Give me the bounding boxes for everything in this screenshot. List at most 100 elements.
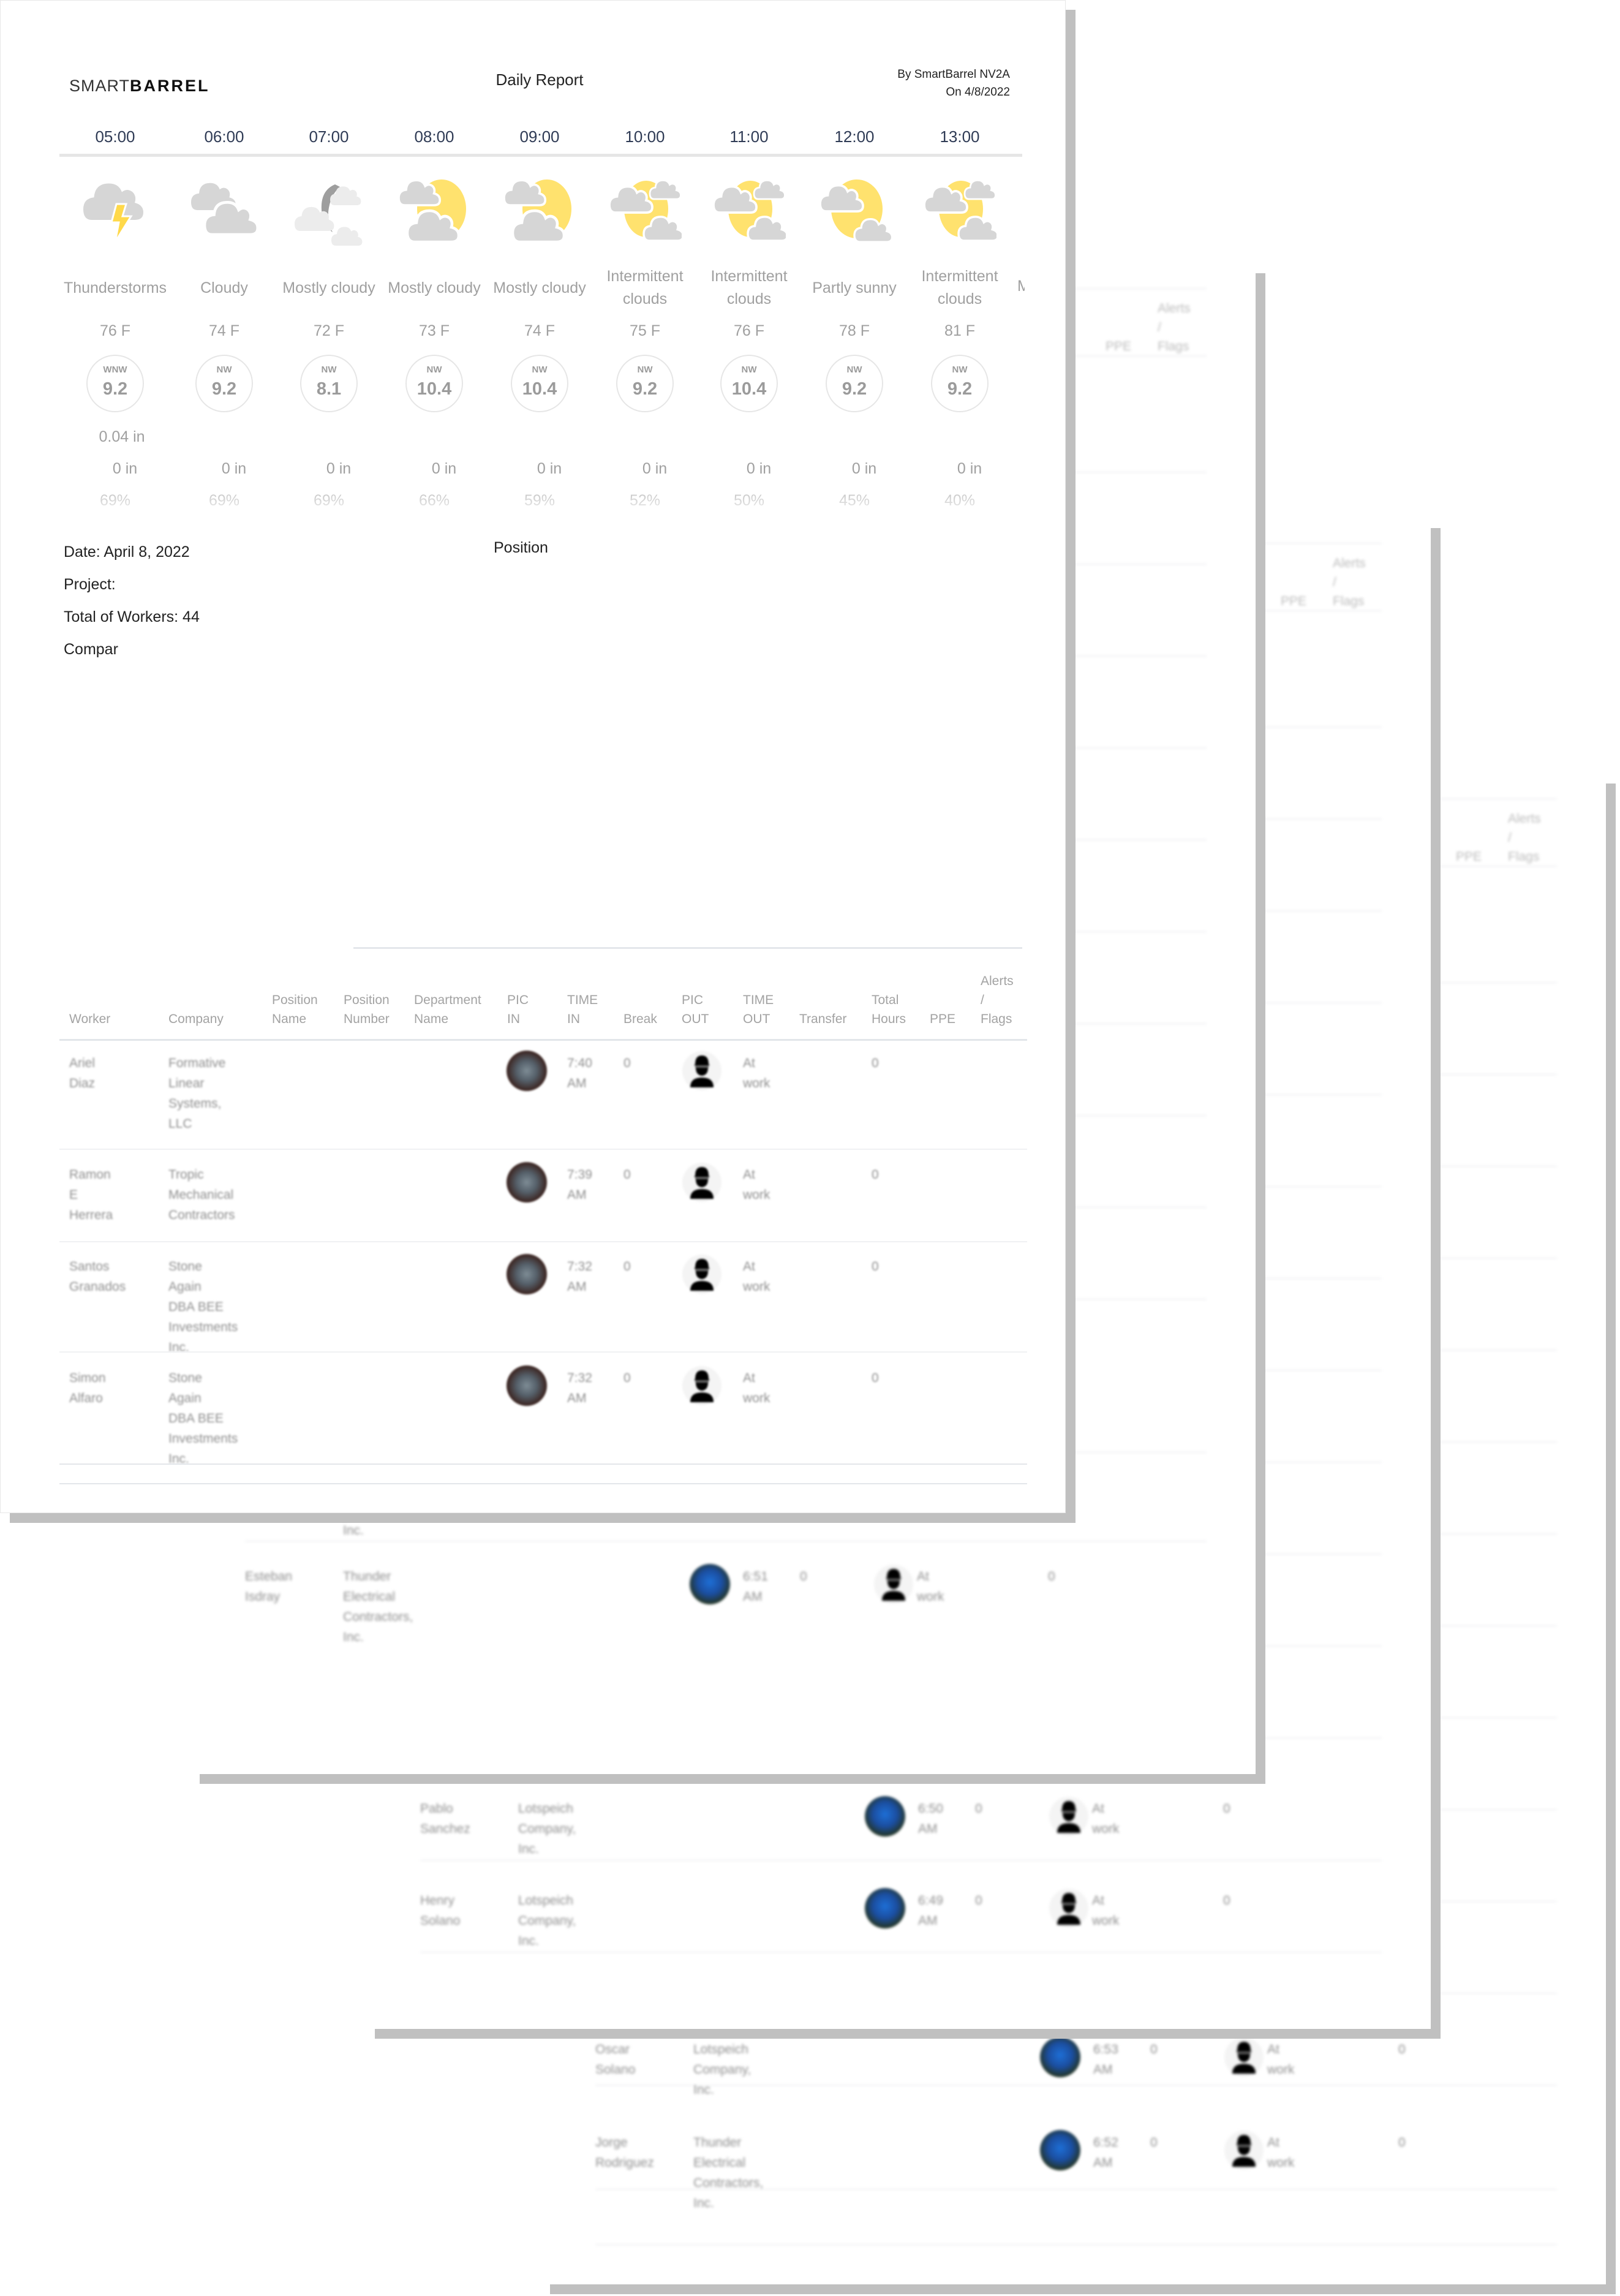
pic-out-placeholder-icon[interactable]	[682, 1051, 722, 1091]
company-name-line: Company,	[693, 2063, 752, 2077]
company-name: Formative Linear Systems, LLC	[168, 1053, 225, 1134]
total-hours-value: 0	[1048, 1569, 1055, 1584]
company-name-line: Inc.	[693, 2196, 714, 2210]
column-header-alerts-flags-line: /	[981, 993, 984, 1007]
row-divider	[59, 1241, 1027, 1242]
pic-in-photo[interactable]	[507, 1162, 547, 1203]
column-header-alerts-flags-line: Flags	[1333, 594, 1365, 608]
total-hours-value: 0	[872, 1168, 879, 1182]
company-name-line: Lotspeich	[518, 1894, 573, 1908]
time-in-line: 7:32	[567, 1259, 592, 1274]
temperature: 75 F	[629, 322, 661, 339]
column-header-alerts-flags: Alerts / Flags	[1158, 299, 1191, 356]
worker-name-line: Pablo	[420, 1802, 453, 1816]
wind-gauge: NW 10.4	[720, 355, 778, 412]
wind-direction: WNW	[103, 364, 127, 375]
intermittent-clouds-icon	[923, 173, 1000, 247]
wind-speed: 9.2	[102, 379, 128, 399]
worker-name-line: Simon	[69, 1371, 106, 1385]
wind-speed: 9.2	[947, 379, 973, 399]
company-name-line: Inc.	[518, 1934, 539, 1948]
pic-in-photo[interactable]	[507, 1254, 547, 1294]
column-header-position-number-line: Number	[344, 1012, 390, 1026]
column-header-pic-in-line: IN	[507, 1012, 520, 1026]
temperature: 76 F	[99, 322, 131, 339]
pic-out-placeholder-icon[interactable]	[1224, 2130, 1264, 2170]
company-name-line: Stone Again	[168, 1371, 202, 1405]
pic-out-placeholder-icon[interactable]	[1049, 1888, 1089, 1928]
company-name-line: DBA BEE	[168, 1411, 224, 1426]
report-date: Date: April 8, 2022	[64, 543, 190, 561]
total-hours-value: 0	[1398, 2136, 1406, 2150]
total-hours-value: 0	[872, 1056, 879, 1070]
column-header-ppe-line: PPE	[930, 1012, 956, 1026]
pic-in-photo[interactable]	[690, 1564, 730, 1604]
pic-in-photo[interactable]	[865, 1888, 905, 1928]
company-name: Thunder Electrical Contractors, Inc.	[693, 2132, 763, 2213]
hour-label: 12:00	[834, 127, 875, 146]
pic-in-photo[interactable]	[865, 1796, 905, 1837]
time-out-line: At	[743, 1168, 755, 1182]
wind-speed: 9.2	[632, 379, 658, 399]
column-header-alerts-flags-line: Alerts	[1508, 812, 1541, 826]
worker-name: Ariel Diaz	[69, 1053, 95, 1093]
column-header-time-out-line: TIME	[743, 993, 774, 1007]
pic-out-placeholder-icon[interactable]	[682, 1254, 722, 1294]
time-out-line: At	[743, 1056, 755, 1070]
pic-in-photo[interactable]	[1040, 2130, 1080, 2170]
company-name-line: Contractors	[168, 1208, 235, 1222]
pic-out-placeholder-icon[interactable]	[873, 1564, 914, 1604]
time-out-line: work	[743, 1391, 770, 1405]
company-name-line: Contractors,	[693, 2176, 764, 2190]
column-header-department-name-line: Department	[414, 993, 481, 1007]
column-header-position-number-line: Position	[344, 993, 390, 1007]
column-header-alerts-flags-line: /	[1333, 575, 1336, 589]
hour-divider	[59, 154, 1022, 157]
time-out-line: At	[917, 1569, 929, 1584]
condition-label: Intermittent clouds	[592, 265, 698, 311]
worker-name-line: Solano	[420, 1914, 461, 1928]
time-out: At work	[743, 1368, 770, 1408]
condition-label: Intermittent clouds	[696, 265, 802, 311]
column-header-ppe: PPE	[1456, 850, 1482, 864]
pic-in-photo[interactable]	[507, 1051, 547, 1091]
time-in-line: 7:32	[567, 1371, 592, 1385]
break-value: 0	[624, 1168, 631, 1182]
condition-label: Partly sunny	[802, 277, 907, 300]
company-name-line: Investments	[168, 1432, 238, 1446]
pic-out-placeholder-icon[interactable]	[1049, 1796, 1089, 1837]
pic-out-placeholder-icon[interactable]	[1224, 2037, 1264, 2077]
worker-name-line: Sanchez	[420, 1822, 470, 1836]
time-in-line: 7:40	[567, 1056, 592, 1070]
pic-out-placeholder-icon[interactable]	[682, 1162, 722, 1203]
condition-label-line: Intermittent	[921, 268, 998, 285]
precipitation: 0 in	[431, 460, 457, 477]
pic-in-photo[interactable]	[1040, 2037, 1080, 2077]
time-in: 6:50 AM	[918, 1799, 943, 1839]
worker-name: Pablo Sanchez	[420, 1799, 470, 1839]
company-name-line: Thunder	[343, 1569, 391, 1584]
wind-speed: 10.4	[522, 379, 557, 399]
company-name: Lotspeich Company, Inc.	[518, 1890, 576, 1951]
time-out: At work	[743, 1256, 770, 1297]
pic-out-placeholder-icon[interactable]	[682, 1365, 722, 1406]
report-page-1: SMARTBARREL Daily Report By SmartBarrel …	[0, 0, 1066, 1513]
time-out-line: At	[1092, 1894, 1104, 1908]
column-header-alerts-flags-line: /	[1158, 320, 1161, 334]
condition-label-line: Mostly cloudy	[388, 279, 481, 296]
column-header-position-number: Position Number	[344, 991, 390, 1029]
wind-gauge: NW 9.2	[931, 355, 989, 412]
temperature: 73 F	[418, 322, 450, 339]
company-name-line: Inc.	[693, 2083, 714, 2097]
worker-name-line: Granados	[69, 1280, 126, 1294]
company-name-line: Lotspeich	[518, 1802, 573, 1816]
time-in-line: AM	[743, 1590, 763, 1604]
column-header-department-name-line: Name	[414, 1012, 449, 1026]
temperature: 72 F	[313, 322, 345, 339]
wind-gauge: NW 10.4	[511, 355, 568, 412]
worker-name: Oscar Solano	[595, 2039, 635, 2080]
pic-in-photo[interactable]	[507, 1365, 547, 1406]
worker-name: Henry Solano	[420, 1890, 460, 1931]
worker-name-line: Esteban	[245, 1569, 293, 1584]
partial-next-condition: M	[1017, 278, 1025, 295]
